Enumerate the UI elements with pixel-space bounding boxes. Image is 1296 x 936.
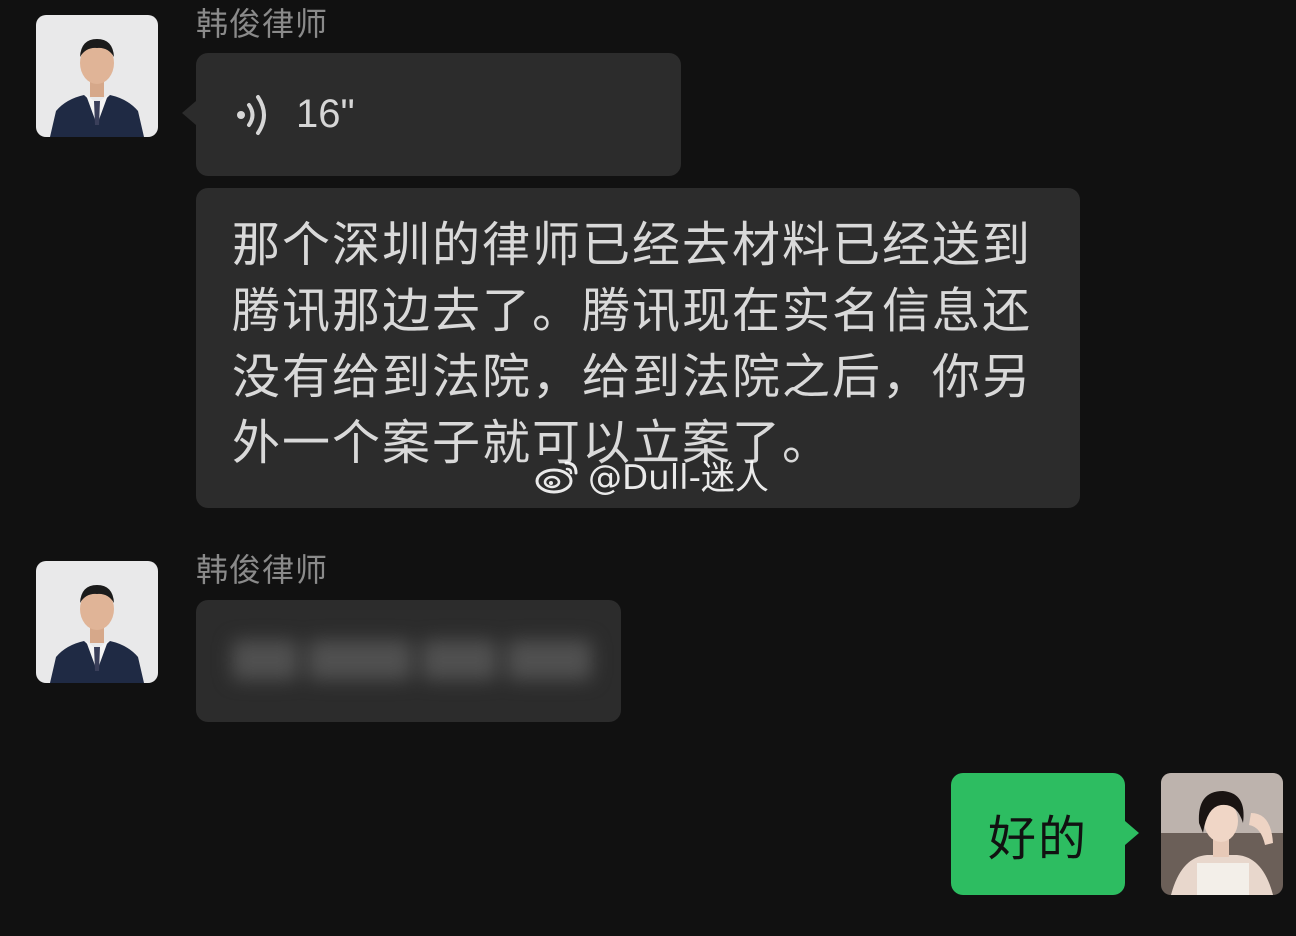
lawyer-portrait-image xyxy=(36,561,158,683)
transcription-text: 那个深圳的律师已经去材料已经送到 腾讯那边去了。腾讯现在实名信息还 没有给到法院… xyxy=(232,217,1033,471)
user-portrait-image xyxy=(1161,773,1283,895)
watermark-text: @Dull-迷人 xyxy=(588,458,769,498)
lawyer-portrait-image xyxy=(36,15,158,137)
reply-text: 好的 xyxy=(987,811,1088,867)
voice-duration: 16" xyxy=(296,92,355,136)
blurred-message-bubble[interactable] xyxy=(196,600,621,722)
sender-name: 韩俊律师 xyxy=(196,551,329,589)
weibo-logo-icon xyxy=(535,461,578,493)
sender-name: 韩俊律师 xyxy=(196,5,329,43)
blurred-text xyxy=(232,640,592,684)
voice-wave-icon xyxy=(237,94,266,135)
user-avatar[interactable] xyxy=(1161,773,1283,895)
voice-message-bubble[interactable]: 16" xyxy=(182,53,681,176)
lawyer-avatar[interactable] xyxy=(36,15,158,137)
lawyer-avatar[interactable] xyxy=(36,561,158,683)
weibo-watermark: @Dull-迷人 xyxy=(534,450,769,499)
chat-window: 韩俊律师 16" 那个深圳的律师已经去材料已经送到 腾讯那边去了。腾讯现在实名信… xyxy=(0,0,1296,936)
reply-bubble[interactable]: 好的 xyxy=(951,773,1139,895)
